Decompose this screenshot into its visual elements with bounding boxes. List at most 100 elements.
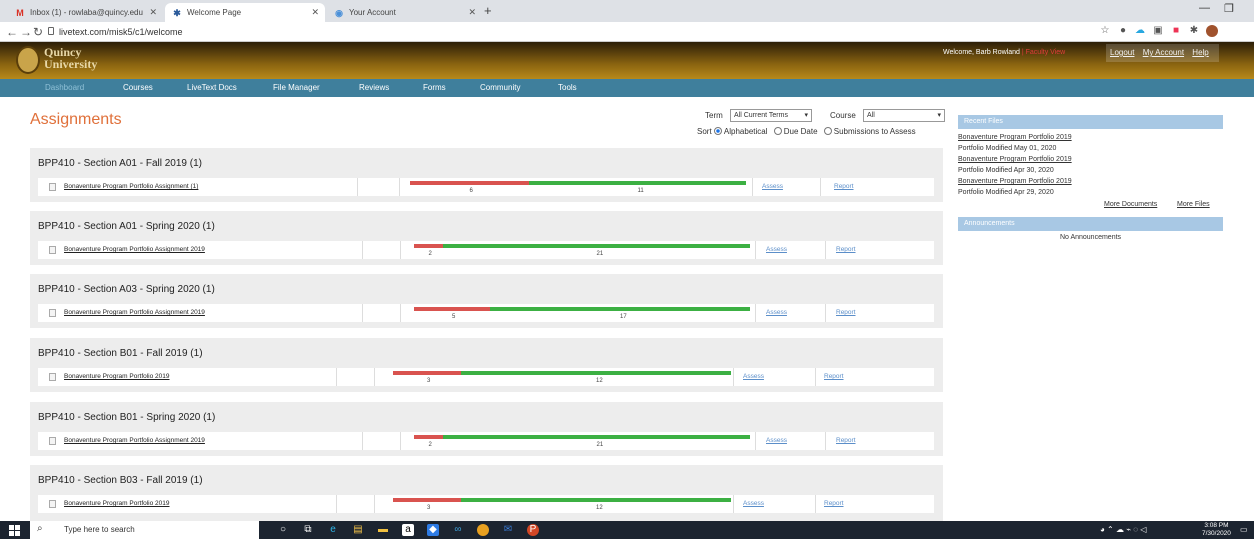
document-icon xyxy=(49,437,56,445)
extension-icon[interactable]: ■ xyxy=(1170,25,1182,37)
tab-account[interactable]: ◉ Your Account ✕ xyxy=(327,3,482,22)
extension-icon[interactable]: ▣ xyxy=(1152,25,1164,37)
puzzle-icon[interactable]: ✱ xyxy=(1188,25,1200,37)
edge-icon[interactable]: e xyxy=(327,524,339,536)
announcements-header: Announcements xyxy=(958,217,1223,231)
amazon-icon[interactable]: a xyxy=(402,524,414,536)
chrome-icon[interactable] xyxy=(477,524,489,536)
recent-file-link[interactable]: Bonaventure Program Portfolio 2019 xyxy=(958,133,1072,142)
nav-dashboard[interactable]: Dashboard xyxy=(45,82,84,94)
university-name[interactable]: Quincy University xyxy=(44,46,97,70)
assess-link[interactable]: Assess xyxy=(766,437,787,445)
faculty-view-link[interactable]: Faculty View xyxy=(1026,49,1066,56)
course-select[interactable]: All ▾ xyxy=(863,109,945,122)
back-icon[interactable]: ← xyxy=(6,24,18,40)
minimize-button[interactable]: — xyxy=(1199,2,1210,14)
close-icon[interactable]: ✕ xyxy=(149,3,157,22)
mail-icon[interactable]: ✉ xyxy=(502,524,514,536)
nav-courses[interactable]: Courses xyxy=(123,82,153,94)
powerpoint-icon[interactable]: P xyxy=(527,524,539,536)
tab-welcome[interactable]: ✱ Welcome Page ✕ xyxy=(165,3,325,22)
url-field[interactable]: livetext.com/misk5/c1/welcome xyxy=(59,26,183,38)
new-tab-button[interactable]: + xyxy=(484,3,492,19)
column-divider xyxy=(374,495,375,513)
column-divider xyxy=(733,368,734,386)
my-account-link[interactable]: My Account xyxy=(1143,48,1184,57)
extension-icon[interactable]: ● xyxy=(1117,25,1129,37)
clock[interactable]: 3:08 PM 7/30/2020 xyxy=(1202,522,1231,538)
welcome-text: Welcome, Barb Rowland | Faculty View xyxy=(943,48,1065,57)
assignment-link[interactable]: Bonaventure Program Portfolio 2019 xyxy=(64,499,170,508)
assignment-row: Bonaventure Program Portfolio Assignment… xyxy=(38,178,934,196)
section-heading: BPP410 - Section B01 - Fall 2019 (1) xyxy=(38,348,203,359)
nav-tools[interactable]: Tools xyxy=(558,82,577,94)
close-icon[interactable]: ✕ xyxy=(468,3,476,22)
forward-icon[interactable]: → xyxy=(20,24,32,40)
report-link[interactable]: Report xyxy=(836,437,856,445)
recent-file-link[interactable]: Bonaventure Program Portfolio 2019 xyxy=(958,177,1072,186)
course-value: All xyxy=(867,112,875,119)
assess-link[interactable]: Assess xyxy=(762,183,783,191)
report-link[interactable]: Report xyxy=(836,309,856,317)
sort-option: Due Date xyxy=(783,127,818,136)
assess-link[interactable]: Assess xyxy=(743,373,764,381)
term-label: Term xyxy=(705,111,723,120)
completed-count: 17 xyxy=(620,314,627,320)
pending-count: 5 xyxy=(452,314,456,320)
nav-forms[interactable]: Forms xyxy=(423,82,446,94)
recent-files-header: Recent Files xyxy=(958,115,1223,129)
tray-icons[interactable]: ◕ ⌃ ☁ ⌁ ◌ ◁ xyxy=(1100,525,1146,535)
recent-file-link[interactable]: Bonaventure Program Portfolio 2019 xyxy=(958,155,1072,164)
account-icon: ◉ xyxy=(335,8,343,18)
assignment-link[interactable]: Bonaventure Program Portfolio Assignment… xyxy=(64,245,205,254)
radio-alphabetical[interactable] xyxy=(713,127,722,135)
more-documents-link[interactable]: More Documents xyxy=(1104,200,1157,209)
tab-inbox[interactable]: M Inbox (1) - rowlaba@quincy.edu ✕ xyxy=(8,3,163,22)
report-link[interactable]: Report xyxy=(824,500,844,508)
nav-file-manager[interactable]: File Manager xyxy=(273,82,320,94)
more-files-link[interactable]: More Files xyxy=(1177,200,1210,209)
nav-livetext-docs[interactable]: LiveText Docs xyxy=(187,82,237,94)
assignment-row: Bonaventure Program Portfolio Assignment… xyxy=(38,241,934,259)
taskbar-search[interactable]: ⌕ Type here to search xyxy=(30,521,259,539)
file-explorer-icon[interactable]: ▬ xyxy=(377,524,389,536)
gmail-icon: M xyxy=(16,8,24,18)
report-link[interactable]: Report xyxy=(836,246,856,254)
windows-start-icon[interactable] xyxy=(9,525,20,536)
help-link[interactable]: Help xyxy=(1192,48,1208,57)
completed-count: 12 xyxy=(596,378,603,384)
report-link[interactable]: Report xyxy=(834,183,854,191)
radio-due-date[interactable] xyxy=(773,127,782,135)
university-logo[interactable] xyxy=(16,46,40,74)
chevron-down-icon: ▾ xyxy=(937,112,941,119)
radio-submissions[interactable] xyxy=(823,127,832,135)
close-icon[interactable]: ✕ xyxy=(311,3,319,22)
assignment-link[interactable]: Bonaventure Program Portfolio Assignment… xyxy=(64,436,205,445)
assignment-link[interactable]: Bonaventure Program Portfolio Assignment… xyxy=(64,308,205,317)
avatar[interactable] xyxy=(1206,25,1218,37)
logout-link[interactable]: Logout xyxy=(1110,48,1134,57)
assignment-link[interactable]: Bonaventure Program Portfolio Assignment… xyxy=(64,182,198,191)
welcome-user: Welcome, Barb Rowland xyxy=(943,49,1020,56)
notifications-icon[interactable]: ▭ xyxy=(1240,525,1248,535)
assignment-link[interactable]: Bonaventure Program Portfolio 2019 xyxy=(64,372,170,381)
report-link[interactable]: Report xyxy=(824,373,844,381)
nav-community[interactable]: Community xyxy=(480,82,520,94)
assess-link[interactable]: Assess xyxy=(766,246,787,254)
maximize-button[interactable]: ❐ xyxy=(1224,2,1234,15)
store-icon[interactable]: ▤ xyxy=(352,524,364,536)
assess-link[interactable]: Assess xyxy=(766,309,787,317)
livetext-icon: ✱ xyxy=(173,8,181,18)
completed-progress-bar xyxy=(443,435,750,439)
task-view-icon[interactable]: ⧉ xyxy=(302,524,314,536)
infinity-icon[interactable]: ∞ xyxy=(452,524,464,536)
assess-link[interactable]: Assess xyxy=(743,500,764,508)
dropbox-icon[interactable]: ◆ xyxy=(427,524,439,536)
nav-reviews[interactable]: Reviews xyxy=(359,82,389,94)
term-select[interactable]: All Current Terms ▾ xyxy=(730,109,812,122)
reload-icon[interactable]: ↻ xyxy=(33,24,43,40)
cloud-icon[interactable]: ☁ xyxy=(1134,25,1146,37)
header-links: Logout My Account Help xyxy=(1106,44,1219,62)
cortana-icon[interactable]: ○ xyxy=(277,524,289,536)
star-icon[interactable]: ☆ xyxy=(1099,25,1111,37)
